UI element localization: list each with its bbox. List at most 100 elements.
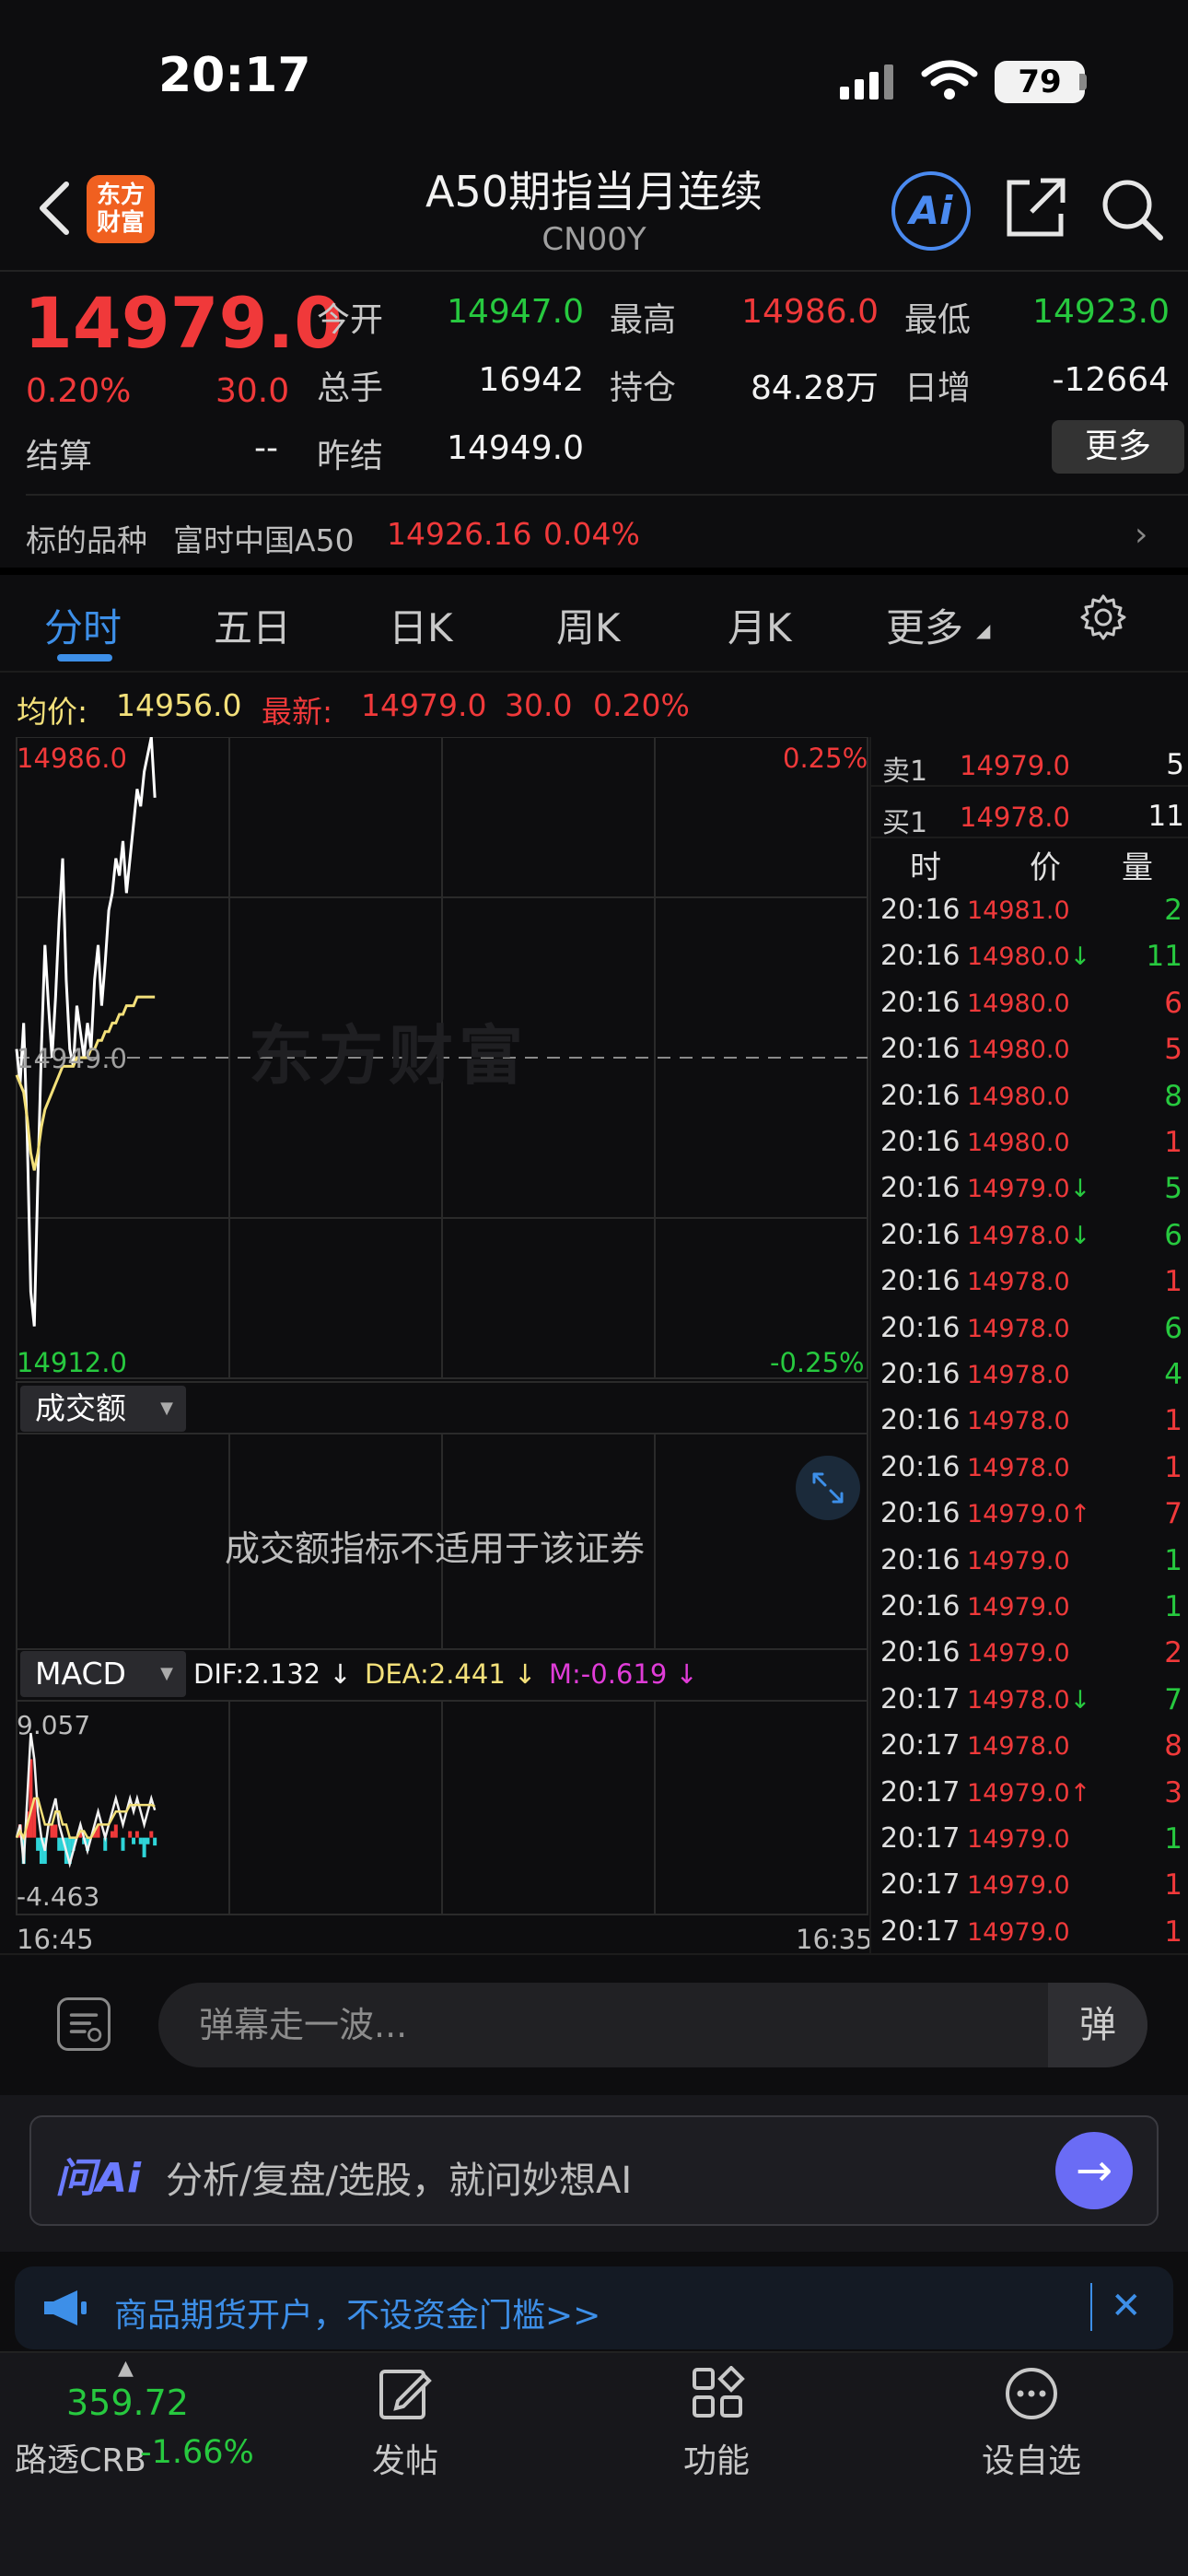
- ai-assistant-icon[interactable]: Ai: [891, 171, 971, 251]
- gear-icon[interactable]: [1079, 593, 1127, 641]
- tick-row: 20:16 14979.0 1: [871, 1585, 1188, 1631]
- tick-row: 20:16 14979.0 1: [871, 1539, 1188, 1585]
- tick-time: 20:16: [880, 1450, 961, 1483]
- tick-row: 20:16 14980.0 1: [871, 1120, 1188, 1166]
- tick-time: 20:17: [880, 1868, 961, 1902]
- settle-value: --: [254, 429, 278, 467]
- macd-m: M:-0.619 ↓: [549, 1658, 698, 1690]
- tick-price: 14979.0↓: [967, 1175, 1091, 1204]
- tick-price: 14980.0: [967, 1082, 1070, 1111]
- ai-logo: 问Ai: [55, 2155, 142, 2202]
- tick-time: 20:16: [880, 1358, 961, 1390]
- tick-qty: 3: [1164, 1775, 1182, 1809]
- tick-row: 20:16 14978.0 1: [871, 1399, 1188, 1445]
- tick-price: 14978.0: [967, 1453, 1070, 1482]
- change-amount: 30.0: [215, 372, 290, 410]
- tab-five-day[interactable]: 五日: [214, 597, 291, 653]
- change-percent: 0.20%: [26, 372, 132, 410]
- intraday-chart[interactable]: [0, 737, 869, 1953]
- tab-more[interactable]: 更多: [886, 597, 963, 653]
- arrow-up-icon: ↑: [1069, 1778, 1091, 1808]
- caret-up-icon: ▲: [118, 2357, 134, 2380]
- tick-price: 14980.0↓: [967, 943, 1091, 972]
- close-icon[interactable]: ✕: [1111, 2285, 1142, 2327]
- search-icon[interactable]: [1100, 177, 1164, 241]
- more-button[interactable]: 更多: [1052, 420, 1184, 474]
- bid-row: 买1 14978.0 11: [871, 792, 1188, 839]
- tick-qty: 4: [1164, 1358, 1182, 1391]
- arrow-right-icon[interactable]: →: [1055, 2132, 1133, 2209]
- chevron-right-icon[interactable]: ›: [1135, 516, 1147, 554]
- expand-icon[interactable]: [796, 1456, 860, 1520]
- turnover-message: 成交额指标不适用于该证券: [224, 1528, 645, 1569]
- tick-price: 14978.0: [967, 1314, 1070, 1343]
- tick-time: 20:17: [880, 1682, 961, 1715]
- underlying-label: 标的品种: [26, 522, 147, 558]
- tick-price: 14980.0: [967, 1036, 1070, 1065]
- promo-text[interactable]: 商品期货开户，不设资金门槛>>: [114, 2289, 600, 2336]
- tick-time: 20:16: [880, 1404, 961, 1437]
- time-start-label: 16:45: [17, 1924, 94, 1955]
- ai-prompt[interactable]: 分析/复盘/选股，就问妙想AI: [166, 2150, 632, 2204]
- tick-header-qty: 量: [1122, 849, 1153, 886]
- tab-intraday[interactable]: 分时: [44, 597, 122, 653]
- tick-price: 14978.0↓: [967, 1221, 1091, 1250]
- tick-price: 14979.0: [967, 1871, 1070, 1901]
- tick-price: 14979.0↑: [967, 1778, 1091, 1808]
- danmaku-input[interactable]: 弹幕走一波...: [158, 1983, 1147, 2067]
- tab-daily-k[interactable]: 日K: [389, 597, 453, 653]
- avg-price-line: [15, 995, 156, 1171]
- tick-row: 20:16 14980.0 5: [871, 1027, 1188, 1073]
- avg-price-value: 14956.0: [116, 687, 242, 723]
- nav-watchlist-label[interactable]: 设自选: [939, 2434, 1124, 2482]
- nav-ticker-percent[interactable]: -1.66%: [140, 2434, 254, 2471]
- battery-tip: [1079, 74, 1087, 90]
- nav-post-label[interactable]: 发帖: [313, 2434, 497, 2482]
- tick-time: 20:16: [880, 1126, 961, 1158]
- header-divider: [0, 270, 1188, 272]
- tick-row: 20:16 14979.0↑ 7: [871, 1492, 1188, 1538]
- tick-time: 20:16: [880, 1590, 961, 1622]
- macd-dea: DEA:2.441 ↓: [365, 1658, 537, 1690]
- tick-header-price: 价: [1030, 849, 1061, 886]
- ask-price: 14979.0: [960, 750, 1070, 781]
- tick-price: 14980.0: [967, 989, 1070, 1018]
- tick-qty: 2: [1164, 894, 1182, 927]
- tick-price: 14978.0: [967, 1361, 1070, 1389]
- prev-settle-label: 昨结: [317, 438, 384, 475]
- tick-qty: 6: [1164, 986, 1182, 1020]
- watermark: 东方财富: [249, 1018, 529, 1094]
- tick-qty: 1: [1164, 1404, 1182, 1438]
- arrow-down-icon: ↓: [1069, 1221, 1091, 1250]
- open-interest-label: 持仓: [610, 369, 677, 407]
- bid-price: 14978.0: [960, 802, 1070, 833]
- more-dots-icon[interactable]: [1004, 2366, 1059, 2421]
- bottom-divider: [0, 1953, 1188, 1955]
- functions-icon[interactable]: [691, 2366, 746, 2421]
- danmaku-toggle[interactable]: 弹: [1048, 1983, 1147, 2067]
- tick-row: 20:16 14978.0 4: [871, 1352, 1188, 1399]
- nav-ticker-name[interactable]: 路透CRB: [15, 2434, 146, 2481]
- macd-indicator-select[interactable]: MACD ▼: [20, 1651, 186, 1697]
- y-min-label: 14912.0: [17, 1347, 127, 1378]
- tick-price: 14979.0: [967, 1917, 1070, 1947]
- tick-time: 20:17: [880, 1729, 961, 1762]
- high-label: 最高: [610, 301, 677, 339]
- price-line: [15, 737, 157, 1327]
- tab-monthly-k[interactable]: 月K: [728, 597, 792, 653]
- tick-qty: 1: [1164, 1265, 1182, 1299]
- share-icon[interactable]: [1004, 175, 1068, 240]
- open-label: 今开: [317, 301, 384, 339]
- ask-qty: 5: [1166, 748, 1184, 781]
- nav-ticker-value[interactable]: 359.72: [66, 2383, 189, 2423]
- turnover-indicator-select[interactable]: 成交额 ▼: [20, 1386, 186, 1432]
- danmaku-icon[interactable]: [57, 1997, 111, 2051]
- tick-time: 20:17: [880, 1914, 961, 1948]
- post-icon[interactable]: [378, 2366, 433, 2421]
- nav-functions-label[interactable]: 功能: [624, 2434, 809, 2482]
- underlying-name[interactable]: 富时中国A50: [173, 516, 355, 560]
- underlying-price: 14926.16: [387, 516, 532, 552]
- tick-price: 14981.0: [967, 896, 1070, 925]
- underlying-percent: 0.04%: [543, 516, 640, 552]
- tab-weekly-k[interactable]: 周K: [556, 597, 621, 653]
